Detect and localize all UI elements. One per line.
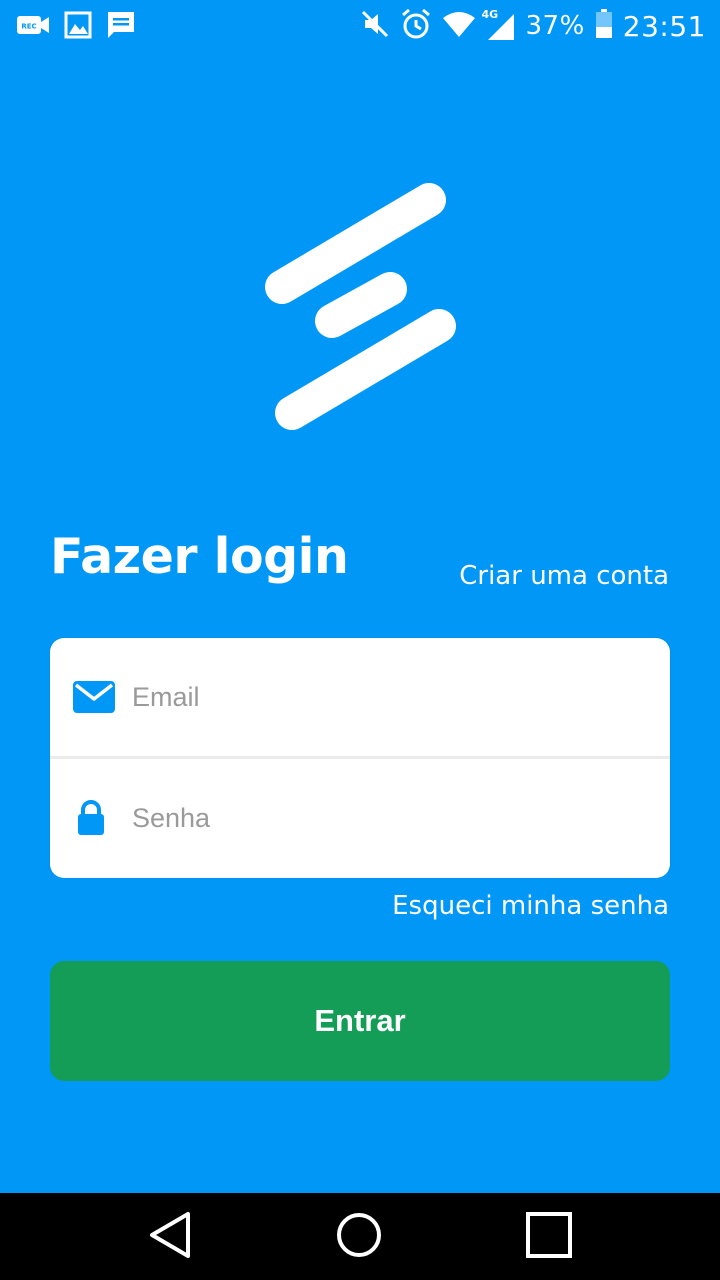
- login-button[interactable]: Entrar: [50, 961, 670, 1081]
- forgot-password-link[interactable]: Esqueci minha senha: [392, 891, 669, 921]
- battery-percent: 37%: [525, 11, 585, 41]
- app-logo: [0, 170, 720, 450]
- page-title: Fazer login: [50, 528, 349, 585]
- back-icon: [148, 1211, 192, 1263]
- gallery-icon: [64, 11, 92, 43]
- password-field[interactable]: [50, 759, 670, 877]
- battery-icon: [595, 9, 613, 43]
- email-input[interactable]: [130, 666, 654, 728]
- status-bar-notifications: REC: [16, 10, 136, 44]
- clock: 23:51: [622, 9, 706, 43]
- network-type-label: 4G: [481, 8, 499, 21]
- message-icon: [106, 10, 136, 44]
- login-form: [50, 638, 670, 878]
- back-button[interactable]: [110, 1193, 230, 1280]
- email-field[interactable]: [50, 638, 670, 756]
- create-account-link[interactable]: Criar uma conta: [459, 561, 669, 591]
- alarm-icon: [400, 8, 432, 44]
- password-input[interactable]: [130, 787, 654, 849]
- recents-icon: [525, 1211, 573, 1263]
- home-icon: [335, 1211, 383, 1263]
- signal-4g-icon: 4G: [482, 8, 516, 42]
- mute-icon: [360, 9, 390, 43]
- envelope-icon: [73, 677, 115, 717]
- wifi-icon: [442, 10, 476, 42]
- recents-button[interactable]: [489, 1193, 609, 1280]
- screen-recorder-icon: REC: [16, 12, 50, 42]
- lock-icon: [70, 798, 112, 838]
- navigation-bar: [0, 1193, 720, 1280]
- login-screen: REC 4G 37% 23:51 Fazer login Criar uma c…: [0, 0, 720, 1280]
- status-bar: REC 4G 37% 23:51: [0, 0, 720, 50]
- home-button[interactable]: [299, 1193, 419, 1280]
- svg-text:REC: REC: [21, 23, 36, 31]
- status-bar-system: 4G 37% 23:51: [360, 6, 707, 46]
